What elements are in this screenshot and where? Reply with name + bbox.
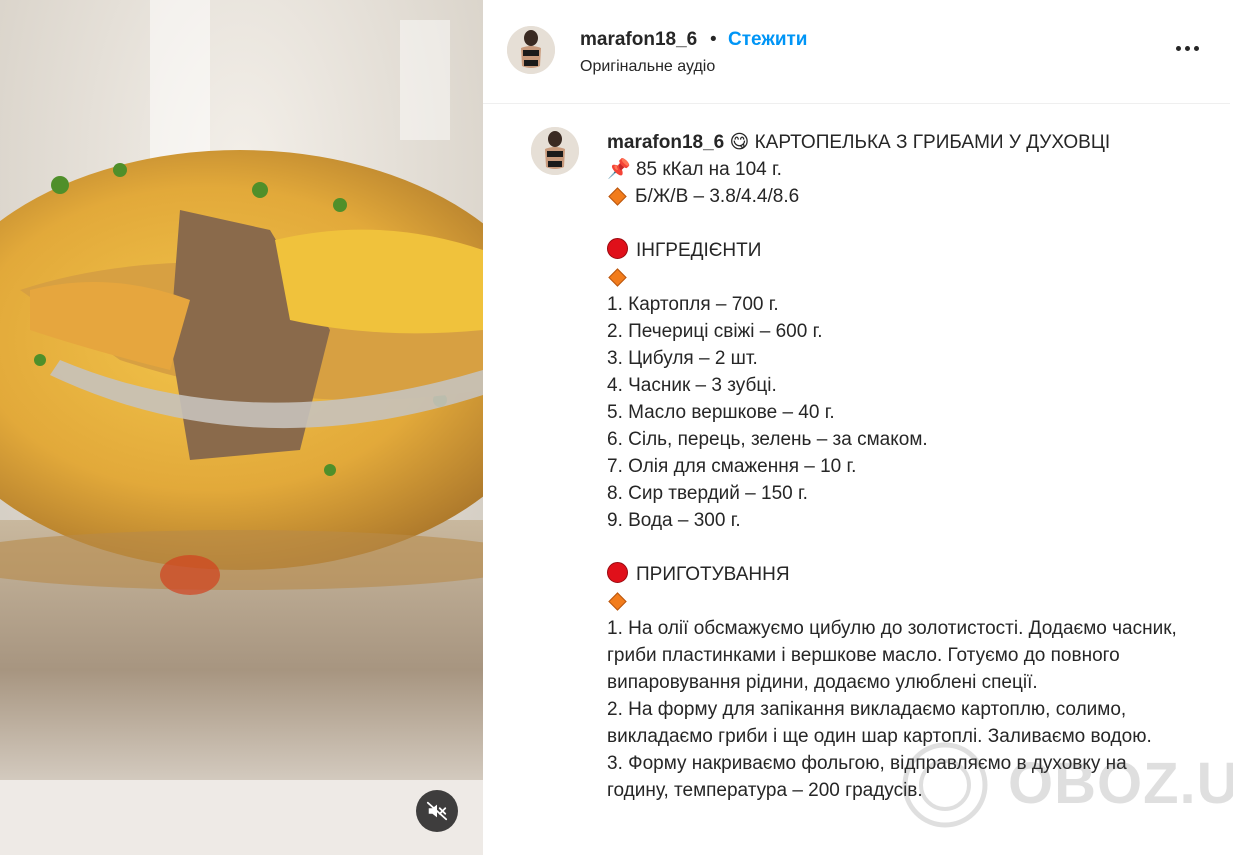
audio-label[interactable]: Оригінальне аудіо — [580, 58, 715, 76]
ingredients-list: 1. Картопля – 700 г. 2. Печериці свіжі –… — [607, 291, 1177, 534]
post-caption: marafon18_6 😋 КАРТОПЕЛЬКА З ГРИБАМИ У ДУ… — [607, 129, 1177, 804]
pin-emoji: 📌 — [607, 159, 631, 180]
step-item: 1. На олії обсмажуємо цибулю до золотист… — [607, 618, 1177, 693]
ingredient-item: 4. Часник – 3 зубці. — [607, 375, 777, 396]
mute-button[interactable] — [416, 790, 458, 832]
orange-diamond-icon — [608, 592, 627, 611]
avatar[interactable] — [507, 26, 555, 74]
header-username[interactable]: marafon18_6 — [580, 29, 697, 51]
kcal-text: 85 кКал на 104 г. — [635, 159, 782, 180]
caption-username[interactable]: marafon18_6 — [607, 132, 724, 153]
red-circle-icon — [607, 562, 628, 583]
recipe-title: КАРТОПЕЛЬКА З ГРИБАМИ У ДУХОВЦІ — [754, 132, 1111, 153]
speaker-muted-icon — [426, 801, 448, 821]
ingredient-item: 3. Цибуля – 2 шт. — [607, 348, 758, 369]
post-header: marafon18_6 • Стежити Оригінальне аудіо — [483, 0, 1230, 104]
preparation-heading: ПРИГОТУВАННЯ — [636, 564, 790, 585]
smile-emoji: 😋 — [729, 132, 750, 153]
ingredient-item: 1. Картопля – 700 г. — [607, 294, 779, 315]
avatar-image — [507, 26, 555, 74]
separator-dot: • — [710, 29, 717, 50]
caption-avatar[interactable] — [531, 127, 579, 175]
food-photo — [0, 0, 483, 855]
orange-diamond-icon — [608, 187, 627, 206]
ingredient-item: 8. Сир твердий – 150 г. — [607, 483, 808, 504]
avatar-image — [531, 127, 579, 175]
bju-text: Б/Ж/В – 3.8/4.4/8.6 — [635, 186, 800, 207]
globe-logo-icon — [902, 742, 988, 828]
ingredient-item: 6. Сіль, перець, зелень – за смаком. — [607, 429, 928, 450]
post-details-panel: marafon18_6 • Стежити Оригінальне аудіо … — [483, 0, 1233, 855]
orange-diamond-icon — [608, 268, 627, 287]
watermark-text: OBOZ.UA — [1008, 751, 1233, 816]
watermark: OBOZ.UA — [880, 740, 1233, 830]
red-circle-icon — [607, 238, 628, 259]
ingredient-item: 2. Печериці свіжі – 600 г. — [607, 321, 823, 342]
post-video[interactable] — [0, 0, 483, 855]
ingredient-item: 5. Масло вершкове – 40 г. — [607, 402, 835, 423]
ingredient-item: 9. Вода – 300 г. — [607, 510, 741, 531]
ingredient-item: 7. Олія для смаження – 10 г. — [607, 456, 857, 477]
follow-button[interactable]: Стежити — [728, 29, 807, 51]
ingredients-heading: ІНГРЕДІЄНТИ — [636, 240, 762, 261]
more-options-icon[interactable] — [1176, 38, 1204, 58]
